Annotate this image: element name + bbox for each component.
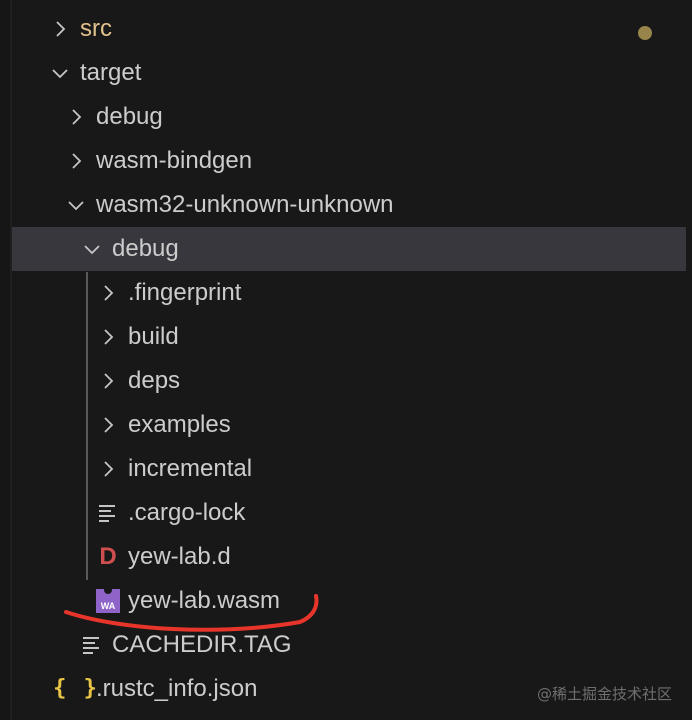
chevron-down-icon[interactable] — [62, 183, 90, 227]
tree-item-target[interactable]: target — [12, 51, 686, 95]
tree-item-label: wasm-bindgen — [96, 147, 253, 174]
chevron-right-icon[interactable] — [62, 95, 90, 139]
tree-item-src[interactable]: src — [12, 7, 686, 51]
tree-item-label: .rustc_info.json — [96, 675, 258, 702]
chevron-down-icon[interactable] — [46, 51, 74, 95]
tree-item-label: .fingerprint — [128, 279, 242, 306]
chevron-right-icon[interactable] — [94, 447, 122, 491]
json-icon: { } — [53, 676, 99, 701]
chevron-right-icon[interactable] — [94, 315, 122, 359]
tree-item-label: build — [128, 323, 179, 350]
modified-indicator — [638, 26, 652, 40]
tree-item-label: src — [80, 15, 112, 42]
chevron-down-icon[interactable] — [78, 227, 106, 271]
watermark: @稀土掘金技术社区 — [536, 685, 672, 703]
tree-item-label: yew-lab.d — [128, 543, 231, 570]
tree-item-label: CACHEDIR.TAG — [112, 631, 292, 658]
tree-item-debug[interactable]: debug — [12, 95, 686, 139]
chevron-right-icon[interactable] — [94, 403, 122, 447]
tree-item-wasm-bindgen[interactable]: wasm-bindgen — [12, 139, 686, 183]
tree-item-yew-lab-d[interactable]: D yew-lab.d — [12, 535, 686, 579]
tree-item-label: debug — [96, 103, 163, 130]
tree-item-label: examples — [128, 411, 231, 438]
tree-item-label: .cargo-lock — [128, 499, 246, 526]
tree-item-label: wasm32-unknown-unknown — [96, 191, 394, 218]
wasm-icon: WA — [94, 579, 122, 623]
chevron-right-icon[interactable] — [46, 7, 74, 51]
chevron-right-icon[interactable] — [62, 139, 90, 183]
d-file-icon: D — [99, 543, 117, 570]
tree-item-wasm32-unknown-unknown[interactable]: wasm32-unknown-unknown — [12, 183, 686, 227]
tree-item-label: incremental — [128, 455, 253, 482]
tree-item-label: yew-lab.wasm — [128, 587, 281, 614]
tree-item-build[interactable]: build — [12, 315, 686, 359]
tree-item-deps[interactable]: deps — [12, 359, 686, 403]
lines-icon — [94, 491, 122, 535]
tree-item-cachedir-tag[interactable]: CACHEDIR.TAG — [12, 623, 686, 667]
tree-item-label: deps — [128, 367, 181, 394]
tree-item-incremental[interactable]: incremental — [12, 447, 686, 491]
tree-item-fingerprint[interactable]: .fingerprint — [12, 271, 686, 315]
lines-icon — [78, 623, 106, 667]
tree-item-cargo-lock[interactable]: .cargo-lock — [12, 491, 686, 535]
chevron-right-icon[interactable] — [94, 359, 122, 403]
tree-item-debug-selected[interactable]: debug — [12, 227, 686, 271]
tree-item-label: debug — [112, 235, 179, 262]
tree-item-yew-lab-wasm[interactable]: WA yew-lab.wasm — [12, 579, 686, 623]
tree-item-examples[interactable]: examples — [12, 403, 686, 447]
tree-item-label: target — [80, 59, 142, 86]
chevron-right-icon[interactable] — [94, 271, 122, 315]
